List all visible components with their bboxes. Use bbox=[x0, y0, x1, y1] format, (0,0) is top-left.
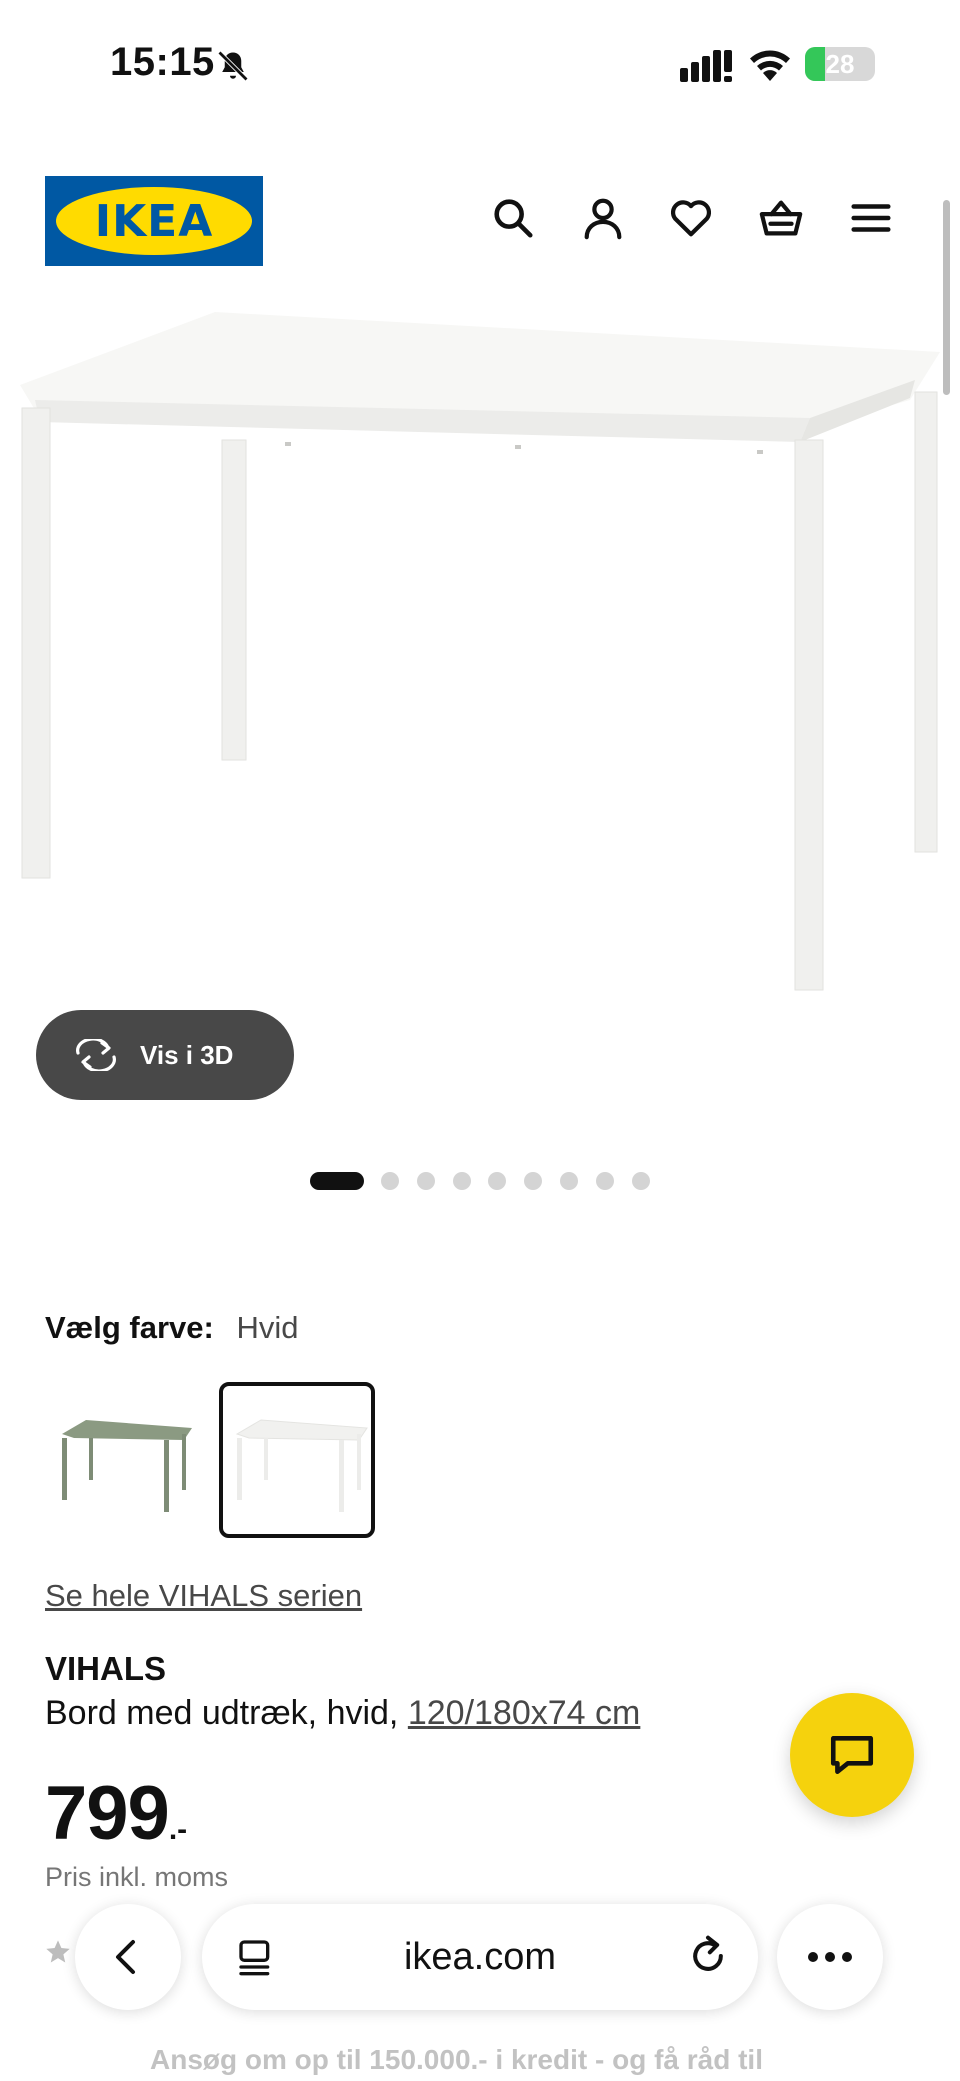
color-selector: Vælg farve: Hvid bbox=[45, 1310, 298, 1346]
product-description-text: Bord med udtræk, hvid, bbox=[45, 1694, 399, 1732]
chat-button[interactable] bbox=[790, 1693, 914, 1817]
logo-text: IKEA bbox=[94, 195, 214, 247]
color-label: Vælg farve: bbox=[45, 1310, 214, 1345]
status-bar: 15:15 28 bbox=[0, 0, 960, 130]
price-note: Pris inkl. moms bbox=[45, 1862, 229, 1892]
gallery-dot-7[interactable] bbox=[560, 1172, 578, 1190]
price-value: 799 bbox=[45, 1771, 170, 1856]
battery-charging-icon: 28 bbox=[805, 47, 875, 81]
browser-toolbar: ikea.com bbox=[0, 1890, 960, 2030]
back-icon bbox=[116, 1940, 135, 1974]
bell-slash-icon bbox=[217, 50, 249, 82]
color-swatch-green[interactable] bbox=[44, 1382, 200, 1538]
chat-icon bbox=[830, 1736, 874, 1774]
color-value: Hvid bbox=[236, 1310, 299, 1345]
gallery-dot-5[interactable] bbox=[488, 1172, 506, 1190]
wifi-icon bbox=[750, 50, 790, 81]
more-button[interactable] bbox=[777, 1904, 883, 2010]
product-name: VIHALS bbox=[45, 1650, 167, 1687]
status-time: 15:15 bbox=[110, 40, 215, 84]
view-3d-label: Vis i 3D bbox=[140, 1039, 234, 1070]
gallery-dot-8[interactable] bbox=[596, 1172, 614, 1190]
gallery-dot-9[interactable] bbox=[632, 1172, 650, 1190]
more-icon bbox=[808, 1952, 852, 1962]
battery-level: 28 bbox=[825, 49, 855, 79]
product-price: 799.- bbox=[45, 1770, 187, 1857]
heart-icon[interactable] bbox=[668, 195, 714, 241]
ikea-logo[interactable]: IKEA bbox=[45, 176, 263, 266]
gallery-dot-4[interactable] bbox=[453, 1172, 471, 1190]
gallery-dot-2[interactable] bbox=[381, 1172, 399, 1190]
gallery-dot-1[interactable] bbox=[310, 1172, 364, 1190]
basket-icon[interactable] bbox=[758, 195, 804, 241]
menu-icon[interactable] bbox=[848, 195, 894, 241]
product-description: Bord med udtræk, hvid, 120/180x74 cm bbox=[45, 1694, 640, 1733]
url-text[interactable]: ikea.com bbox=[202, 1936, 758, 1979]
series-link[interactable]: Se hele VIHALS serien bbox=[45, 1578, 362, 1614]
rotate-3d-icon bbox=[76, 1039, 116, 1071]
reload-icon[interactable] bbox=[686, 1934, 730, 1978]
color-swatch-white[interactable] bbox=[219, 1382, 375, 1538]
account-icon[interactable] bbox=[580, 195, 626, 241]
gallery-pagination bbox=[0, 1170, 960, 1192]
price-suffix: .- bbox=[168, 1813, 188, 1846]
product-dimensions-link[interactable]: 120/180x74 cm bbox=[408, 1694, 641, 1732]
credit-banner[interactable]: Ansøg om op til 150.000.- i kredit - og … bbox=[150, 2044, 763, 2076]
view-3d-button[interactable]: Vis i 3D bbox=[36, 1010, 294, 1100]
gallery-dot-6[interactable] bbox=[524, 1172, 542, 1190]
gallery-dot-3[interactable] bbox=[417, 1172, 435, 1190]
product-image[interactable] bbox=[0, 290, 960, 1030]
cellular-signal-icon bbox=[680, 50, 732, 82]
search-icon[interactable] bbox=[490, 195, 536, 241]
back-button[interactable] bbox=[75, 1904, 181, 2010]
address-bar[interactable]: ikea.com bbox=[202, 1904, 758, 2010]
